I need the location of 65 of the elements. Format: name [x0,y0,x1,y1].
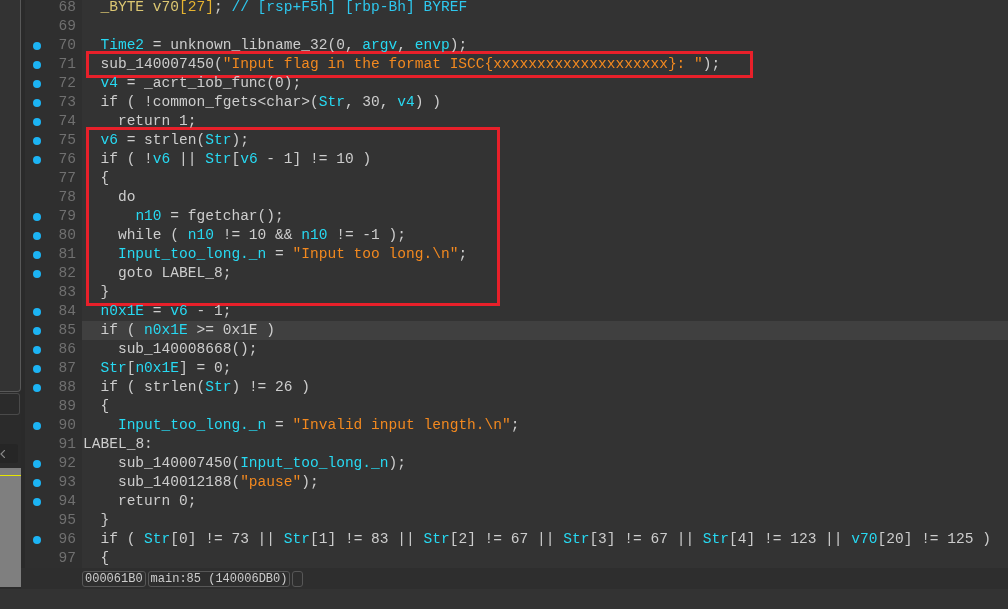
close-button[interactable] [0,444,18,463]
line-number: 87 [58,359,76,378]
code-line: { [100,170,110,186]
line-number: 77 [58,169,76,188]
code-line: return 1; [117,113,197,129]
code-line: sub_140012188("pause"); [117,474,319,490]
close-icon [0,449,5,458]
line-number: 86 [58,340,76,359]
line-number: 91 [58,435,76,454]
line-number: 93 [58,473,76,492]
code-line: do [117,189,136,205]
line-number: 94 [58,492,76,511]
code-line: _BYTE v70[27]; // [rsp+F5h] [rbp-Bh] BYREF [100,0,468,15]
code-line: if ( n0x1E >= 0x1E ) [100,322,276,338]
code-line: if ( strlen(Str) != 26 ) [100,379,310,395]
code-line: if ( !common_fgets<char>(Str, 30, v4) ) [100,94,441,110]
code-line: { [100,398,110,414]
input-field[interactable] [0,393,20,415]
line-number: 71 [58,55,76,74]
line-number: 96 [58,530,76,549]
line-number: 85 [58,321,76,340]
line-number: 73 [58,93,76,112]
code-line: Str[n0x1E] = 0; [100,360,232,376]
code-line: v6 = strlen(Str); [100,132,249,148]
code-line: } [100,512,110,528]
status-field: main:85 (140006DB0) [147,570,291,587]
code-line: } [100,284,110,300]
code-line: LABEL_8: [83,436,153,452]
code-line: sub_140008668(); [117,341,258,357]
line-number: 70 [58,36,76,55]
line-number: 83 [58,283,76,302]
code-line: Input_too_long._n = "Invalid input length.\n"; [117,417,520,433]
code-line: v4 = _acrt_iob_func(0); [100,75,302,91]
line-number: 74 [58,112,76,131]
line-number: 72 [58,74,76,93]
line-number: 92 [58,454,76,473]
code-line: n10 = fgetchar(); [135,208,284,224]
code-line: { [100,550,110,566]
code-line: goto LABEL_8; [117,265,232,281]
line-number: 84 [58,302,76,321]
status-field [292,570,304,587]
line-number: 88 [58,378,76,397]
line-number: 79 [58,207,76,226]
line-number: 97 [58,549,76,568]
status-field: 000061B0 [82,570,146,587]
line-number: 89 [58,397,76,416]
code-line: n0x1E = v6 - 1; [100,303,232,319]
line-number: 95 [58,511,76,530]
code-line: sub_140007450(Input_too_long._n); [117,455,406,471]
code-line: if ( Str[0] != 73 || Str[1] != 83 || Str[2] != 67 || Str[3] != 67 || Str[4] != 123 || v70[20] != 125 ) [100,531,991,547]
code-line: while ( n10 != 10 && n10 != -1 ); [117,227,407,243]
line-number: 78 [58,188,76,207]
line-number: 76 [58,150,76,169]
line-number: 82 [58,264,76,283]
code-line: Time2 = unknown_libname_32(0, argv, envp); [100,37,468,53]
line-number: 81 [58,245,76,264]
line-number: 75 [58,131,76,150]
code-line: sub_140007450("Input flag in the format ISCC{xxxxxxxxxxxxxxxxxxxx}: "); [100,56,721,72]
code-line: return 0; [117,493,197,509]
line-number: 90 [58,416,76,435]
code-line: Input_too_long._n = "Input too long.\n"; [117,246,468,262]
line-number: 69 [58,17,76,36]
code-line: if ( !v6 || Str[v6 - 1] != 10 ) [100,151,372,167]
line-number: 80 [58,226,76,245]
line-number: 68 [58,0,76,17]
